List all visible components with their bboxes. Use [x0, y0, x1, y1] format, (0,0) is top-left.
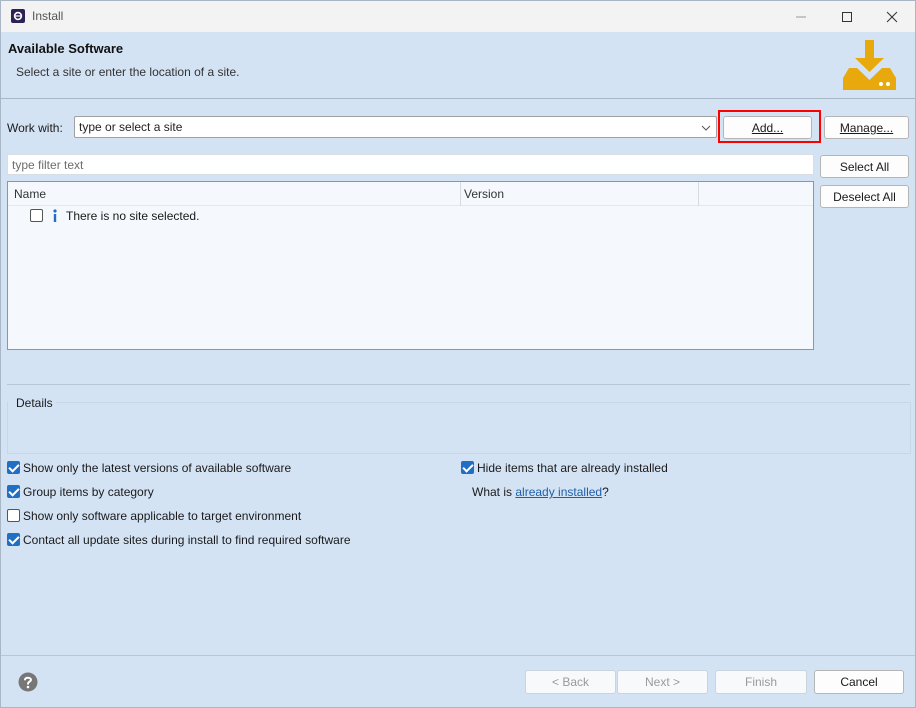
- table-row[interactable]: There is no site selected.: [8, 206, 813, 226]
- column-divider[interactable]: [460, 182, 461, 206]
- help-icon[interactable]: [18, 672, 38, 692]
- show-latest-checkbox[interactable]: [7, 461, 20, 474]
- back-button[interactable]: < Back: [525, 670, 616, 694]
- what-is-text: What is already installed?: [472, 485, 609, 499]
- hide-installed-checkbox[interactable]: [461, 461, 474, 474]
- window-title: Install: [32, 9, 64, 23]
- eclipse-icon: [11, 9, 25, 23]
- install-download-icon: [843, 40, 896, 90]
- manage-button-label: Manage...: [839, 120, 894, 135]
- next-button-label: Next >: [644, 675, 680, 689]
- manage-button[interactable]: Manage...: [824, 116, 909, 139]
- contact-all-sites-label[interactable]: Contact all update sites during install …: [23, 533, 351, 547]
- page-subtitle: Select a site or enter the location of a…: [16, 65, 240, 79]
- what-is-suffix: ?: [602, 485, 609, 499]
- finish-button-label: Finish: [744, 675, 777, 689]
- cancel-button[interactable]: Cancel: [814, 670, 904, 694]
- column-header-name[interactable]: Name: [14, 187, 46, 201]
- minimize-icon: [796, 16, 806, 17]
- maximize-button[interactable]: [824, 1, 870, 32]
- applicable-only-label[interactable]: Show only software applicable to target …: [23, 509, 301, 523]
- close-button[interactable]: [869, 1, 915, 32]
- site-combo-value: type or select a site: [79, 120, 183, 134]
- software-table[interactable]: Name Version There is no site selected.: [7, 181, 814, 350]
- cancel-button-label: Cancel: [840, 675, 878, 689]
- details-divider: [7, 384, 910, 385]
- info-icon: [53, 209, 57, 222]
- hide-installed-label[interactable]: Hide items that are already installed: [477, 461, 668, 475]
- row-checkbox[interactable]: [30, 209, 43, 222]
- next-button[interactable]: Next >: [617, 670, 708, 694]
- show-latest-label[interactable]: Show only the latest versions of availab…: [23, 461, 291, 475]
- details-panel: [7, 402, 911, 454]
- column-header-version[interactable]: Version: [464, 187, 504, 201]
- footer-divider: [1, 655, 915, 656]
- close-icon: [886, 11, 898, 22]
- deselect-all-button[interactable]: Deselect All: [820, 185, 909, 208]
- add-button-highlight: [718, 110, 821, 143]
- select-all-label: Select All: [839, 159, 890, 174]
- title-bar: Install: [1, 1, 915, 32]
- applicable-only-checkbox[interactable]: [7, 509, 20, 522]
- contact-all-sites-checkbox[interactable]: [7, 533, 20, 546]
- select-all-button[interactable]: Select All: [820, 155, 909, 178]
- site-combo[interactable]: type or select a site: [74, 116, 717, 138]
- group-by-category-label[interactable]: Group items by category: [23, 485, 154, 499]
- maximize-icon: [842, 11, 852, 22]
- work-with-label: Work with:: [7, 121, 63, 135]
- chevron-down-icon[interactable]: [701, 123, 711, 133]
- minimize-button[interactable]: [778, 1, 824, 32]
- details-label: Details: [16, 396, 53, 410]
- back-button-label: < Back: [551, 675, 590, 689]
- page-title: Available Software: [8, 41, 124, 56]
- finish-button[interactable]: Finish: [715, 670, 807, 694]
- header-banner: Available Software Select a site or ente…: [1, 32, 915, 99]
- install-dialog: Install Available Software Select a site…: [0, 0, 916, 708]
- row-name: There is no site selected.: [66, 209, 200, 223]
- filter-input[interactable]: type filter text: [7, 154, 814, 175]
- already-installed-link[interactable]: already installed: [515, 485, 602, 499]
- what-is-prefix: What is: [472, 485, 513, 499]
- deselect-all-label: Deselect All: [833, 189, 896, 204]
- table-header: Name Version: [8, 182, 813, 206]
- group-by-category-checkbox[interactable]: [7, 485, 20, 498]
- column-divider[interactable]: [698, 182, 699, 206]
- filter-placeholder: type filter text: [12, 158, 84, 172]
